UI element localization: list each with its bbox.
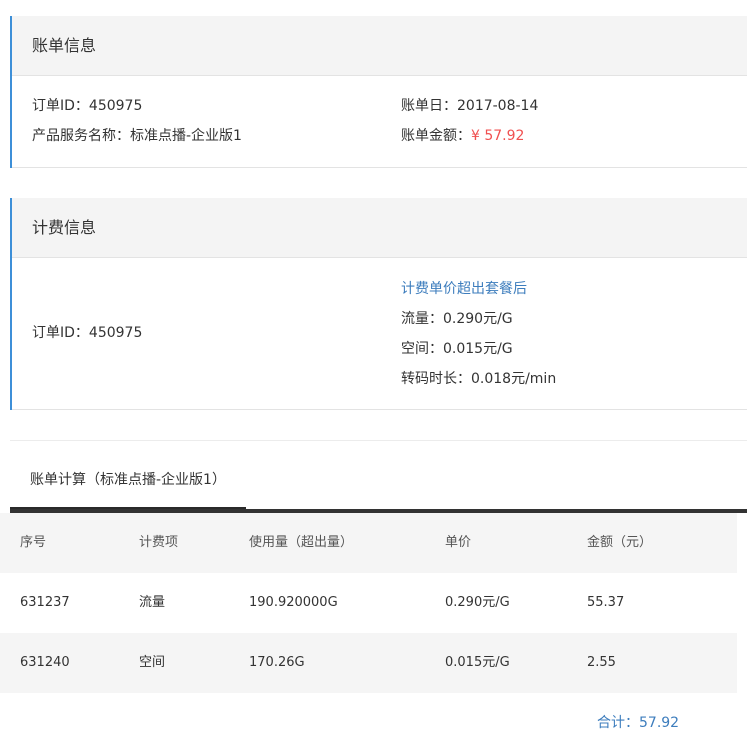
billing-info-panel: 计费信息 订单ID：450975 计费单价超出套餐后 流量：0.290元/G 空… <box>10 198 747 410</box>
transcode-rate: 转码时长：0.018元/min <box>401 371 557 387</box>
tab-bill-calculation[interactable]: 账单计算（标准点播-企业版1） <box>10 458 246 510</box>
bill-amount-label: 账单金额： <box>401 128 471 144</box>
billing-info-title: 计费信息 <box>12 198 747 258</box>
traffic-rate: 流量：0.290元/G <box>401 311 513 327</box>
cell-usage: 190.920000G <box>249 595 338 610</box>
cell-unit-price: 0.290元/G <box>445 595 510 610</box>
bill-info-panel: 账单信息 订单ID：450975 产品服务名称：标准点播-企业版1 账单日：20… <box>10 16 747 168</box>
table-row: 631237 流量 190.920000G 0.290元/G 55.37 <box>0 573 737 633</box>
bill-amount-value: ¥ 57.92 <box>471 128 525 144</box>
rate-heading: 计费单价超出套餐后 <box>401 281 527 297</box>
bill-date: 账单日：2017-08-14 <box>401 98 539 114</box>
cell-index: 631237 <box>20 595 70 610</box>
header-usage: 使用量（超出量） <box>249 535 354 550</box>
header-item: 计费项 <box>139 535 179 550</box>
billing-info-body: 订单ID：450975 计费单价超出套餐后 流量：0.290元/G 空间：0.0… <box>12 258 747 410</box>
table-header: 序号 计费项 使用量（超出量） 单价 金额（元） <box>0 513 737 573</box>
cell-usage: 170.26G <box>249 655 305 670</box>
cell-index: 631240 <box>20 655 70 670</box>
cell-amount: 55.37 <box>587 595 625 610</box>
header-amount: 金额（元） <box>587 535 653 550</box>
bill-info-body: 订单ID：450975 产品服务名称：标准点播-企业版1 账单日：2017-08… <box>12 76 747 168</box>
section-divider <box>10 440 747 441</box>
total-amount: 合计：57.92 <box>597 715 680 731</box>
cell-amount: 2.55 <box>587 655 616 670</box>
billing-order-id: 订单ID：450975 <box>32 325 143 341</box>
bill-order-id: 订单ID：450975 <box>32 98 143 114</box>
space-rate: 空间：0.015元/G <box>401 341 513 357</box>
cell-unit-price: 0.015元/G <box>445 655 510 670</box>
tab-bill-calculation-label: 账单计算（标准点播-企业版1） <box>30 472 226 488</box>
bill-info-title: 账单信息 <box>12 16 747 76</box>
bill-amount: 账单金额：¥ 57.92 <box>401 125 524 145</box>
bill-product-name: 产品服务名称：标准点播-企业版1 <box>32 128 242 144</box>
header-unit-price: 单价 <box>445 535 472 550</box>
cell-item: 流量 <box>139 595 166 610</box>
header-index: 序号 <box>20 535 47 550</box>
cell-item: 空间 <box>139 655 166 670</box>
table-row: 631240 空间 170.26G 0.015元/G 2.55 <box>0 633 737 693</box>
